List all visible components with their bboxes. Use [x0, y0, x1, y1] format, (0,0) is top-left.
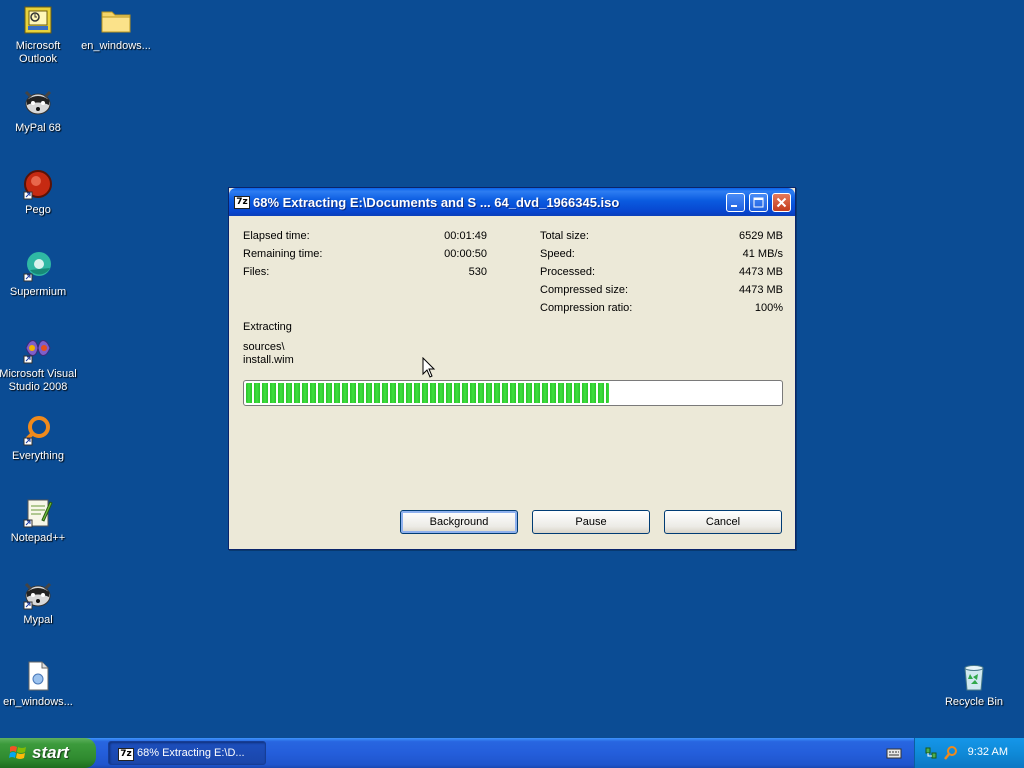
progress-fill [246, 383, 609, 403]
folder-icon [100, 4, 132, 36]
system-tray: 9:32 AM [914, 738, 1024, 768]
desktop-icon-supermium[interactable]: Supermium [0, 250, 79, 299]
desktop-icon-en-windows-file[interactable]: en_windows... [0, 660, 79, 709]
files-value: 530 [468, 266, 487, 278]
desktop-icon-label: Notepad++ [10, 532, 66, 544]
desktop-icon-visual-studio[interactable]: Microsoft Visual Studio 2008 [0, 332, 79, 394]
processed-label: Processed: [540, 266, 596, 278]
desktop-icon-label: Recycle Bin [944, 696, 1004, 708]
dialog-content: Elapsed time: 00:01:49 Remaining time: 0… [232, 216, 792, 546]
total-size-label: Total size: [540, 230, 589, 242]
network-icon[interactable] [923, 745, 939, 761]
speed-label: Speed: [540, 248, 575, 260]
desktop-icon-label: en_windows... [3, 696, 73, 708]
close-button[interactable] [772, 193, 791, 212]
current-path: sources\ [243, 341, 285, 353]
compression-ratio-value: 100% [754, 302, 783, 314]
taskbar-button-7zip[interactable]: 7z 68% Extracting E:\D... [108, 741, 266, 765]
clock[interactable]: 9:32 AM [968, 746, 1008, 758]
mypal-icon [22, 578, 54, 610]
status-label: Extracting [243, 321, 292, 333]
desktop-icon-mypal[interactable]: Mypal [0, 578, 79, 627]
elapsed-time-label: Elapsed time: [243, 230, 310, 242]
supermium-icon [22, 250, 54, 282]
dialog-title: 68% Extracting E:\Documents and S ... 64… [253, 195, 620, 210]
7zip-app-icon: 7z [118, 748, 134, 761]
7zip-app-icon: 7z [234, 196, 250, 209]
minimize-icon [731, 205, 737, 207]
document-icon [22, 660, 54, 692]
taskbar: start 7z 68% Extracting E:\D... 9:32 AM [0, 738, 1024, 768]
extraction-progress-bar [243, 380, 783, 406]
start-label: start [32, 743, 69, 762]
total-size-value: 6529 MB [738, 230, 783, 242]
notepadpp-icon [22, 496, 54, 528]
desktop-icon-pego[interactable]: Pego [0, 168, 79, 217]
maximize-button[interactable] [749, 193, 768, 212]
desktop-icon-mypal-68[interactable]: MyPal 68 [0, 86, 79, 135]
desktop-icon-label: Microsoft Outlook [15, 40, 61, 65]
compressed-size-value: 4473 MB [738, 284, 783, 296]
dialog-titlebar[interactable]: 7z 68% Extracting E:\Documents and S ...… [229, 188, 795, 216]
recycle-bin-icon [958, 660, 990, 692]
desktop-icon-en-windows-folder[interactable]: en_windows... [75, 4, 157, 53]
start-button[interactable]: start [0, 738, 96, 768]
cancel-button[interactable]: Cancel [664, 510, 782, 534]
taskbar-button-label: 68% Extracting E:\D... [137, 747, 245, 759]
pause-button[interactable]: Pause [532, 510, 650, 534]
remaining-time-label: Remaining time: [243, 248, 323, 260]
current-file: install.wim [243, 354, 294, 366]
desktop-icon-label: Everything [12, 450, 64, 462]
maximize-icon [753, 197, 764, 208]
desktop-icon-notepadpp[interactable]: Notepad++ [0, 496, 79, 545]
windows-logo-icon [9, 746, 26, 759]
minimize-button[interactable] [726, 193, 745, 212]
desktop-icon-label: Microsoft Visual Studio 2008 [0, 368, 77, 393]
visual-studio-icon [22, 332, 54, 364]
mypal-icon [22, 86, 54, 118]
mouse-cursor-icon [422, 357, 436, 378]
outlook-icon [22, 4, 54, 36]
background-button[interactable]: Background [400, 510, 518, 534]
desktop-icon-recycle-bin[interactable]: Recycle Bin [933, 660, 1015, 709]
close-icon [776, 197, 787, 208]
desktop-icon-outlook[interactable]: Microsoft Outlook [0, 4, 79, 66]
speed-value: 41 MB/s [742, 248, 783, 260]
desktop-icon-label: Supermium [9, 286, 67, 298]
compression-ratio-label: Compression ratio: [540, 302, 633, 314]
search-tray-icon[interactable] [943, 745, 959, 761]
everything-icon [22, 414, 54, 446]
desktop-icon-label: Mypal [23, 614, 53, 626]
pego-icon [22, 168, 54, 200]
desktop-icon-label: Pego [25, 204, 51, 216]
keyboard-icon[interactable] [886, 746, 902, 760]
processed-value: 4473 MB [738, 266, 783, 278]
desktop-icon-label: MyPal 68 [15, 122, 61, 134]
files-label: Files: [243, 266, 270, 278]
remaining-time-value: 00:00:50 [444, 248, 487, 260]
compressed-size-label: Compressed size: [540, 284, 629, 296]
extract-progress-dialog: 7z 68% Extracting E:\Documents and S ...… [228, 187, 796, 550]
desktop-icon-label: en_windows... [81, 40, 151, 52]
elapsed-time-value: 00:01:49 [444, 230, 487, 242]
desktop-icon-everything[interactable]: Everything [0, 414, 79, 463]
